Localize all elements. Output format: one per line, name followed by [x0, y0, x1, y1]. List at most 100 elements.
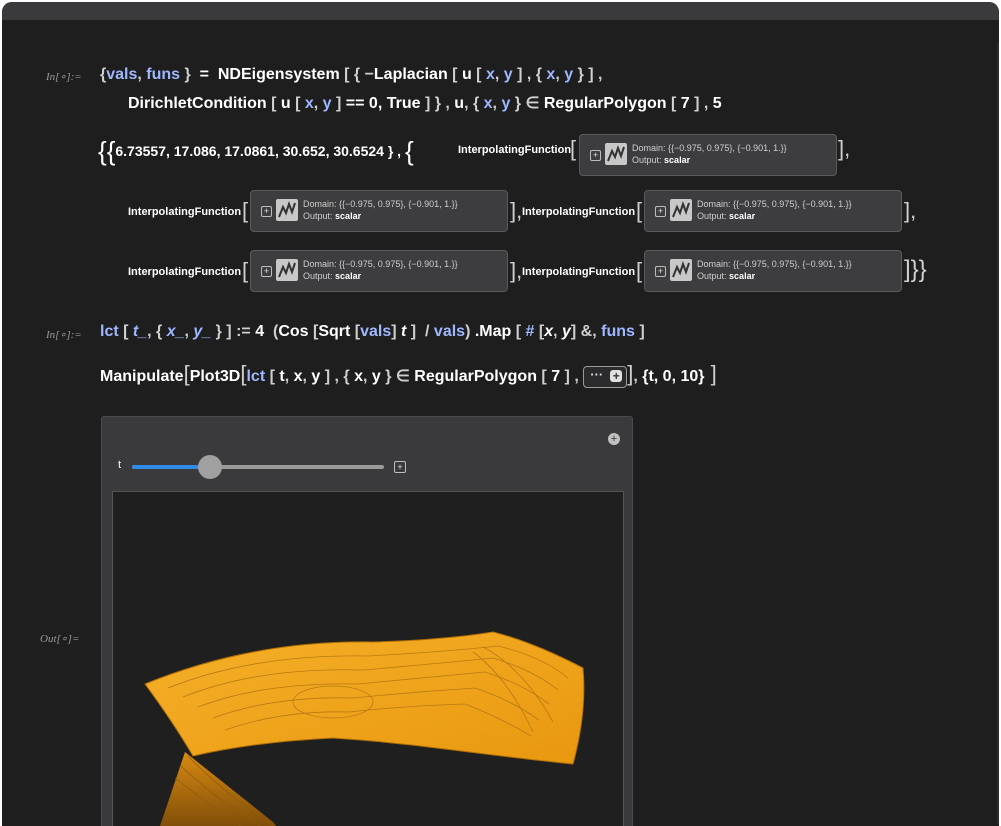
interp-summary-2[interactable]: + Domain: {{−0.975, 0.975}, {−0.901, 1.}… [250, 190, 508, 232]
plus-icon[interactable]: + [590, 150, 601, 161]
var-y6: y [311, 368, 321, 385]
notebook-window: In[∘]:= {vals, funs } = NDEigensystem [ … [2, 2, 999, 826]
fn-lct-2: lct [246, 368, 266, 385]
range-t: {t, 0, 10} [642, 368, 705, 385]
fn-plot3d: Plot3D [189, 368, 241, 385]
bracket-close-2: ], [510, 198, 523, 223]
cell-bracket [997, 42, 999, 824]
num-five: 5 [712, 95, 722, 112]
interp-summary-3[interactable]: + Domain: {{−0.975, 0.975}, {−0.901, 1.}… [644, 190, 902, 232]
num-seven-2: 7 [551, 368, 561, 385]
fn-cos: Cos [278, 323, 309, 340]
plus-icon[interactable]: + [261, 266, 272, 277]
interp-domain-2: Domain: {{−0.975, 0.975}, {−0.901, 1.}} [303, 199, 458, 209]
interp-domain-1: Domain: {{−0.975, 0.975}, {−0.901, 1.}} [632, 143, 787, 153]
slider-thumb[interactable] [198, 455, 223, 479]
interpolating-thumbnail-icon [276, 199, 298, 221]
input-cell-3[interactable]: Manipulate[Plot3D[lct [ t, x, y ] , { x,… [100, 363, 717, 388]
plus-icon[interactable]: + [610, 369, 623, 382]
fn-u3: u [454, 95, 465, 112]
var-y7: y [371, 368, 381, 385]
num-four: 4 [255, 323, 265, 340]
bracket-close-4: ], [510, 258, 523, 283]
interp-output-1: Output: scalar [632, 155, 691, 165]
fn-map: .Map [474, 323, 512, 340]
manipulate-panel: + t + [101, 416, 633, 826]
pattern-t: t_ [132, 323, 148, 340]
plus-icon[interactable]: + [655, 206, 666, 217]
interp-name-1: InterpolatingFunction [458, 144, 572, 156]
fn-u2: u [280, 95, 291, 112]
t-slider[interactable] [132, 455, 384, 479]
var-y4: y [501, 95, 511, 112]
interp-summary-1[interactable]: + Domain: {{−0.975, 0.975}, {−0.901, 1.}… [579, 134, 837, 176]
pattern-y: y_ [193, 323, 212, 340]
var-vals-2: vals [360, 323, 392, 340]
bracket-close-1: ], [838, 136, 851, 161]
interpolating-thumbnail-icon [670, 259, 692, 281]
eigenvalues-text: 6.73557, 17.086, 17.0861, 30.652, 30.652… [115, 143, 384, 159]
input-cell-2[interactable]: lct [ t_, { x_, y_ } ] := 4 (Cos [Sqrt [… [100, 322, 645, 342]
interp-domain-4: Domain: {{−0.975, 0.975}, {−0.901, 1.}} [303, 259, 458, 269]
fn-dirichlet: DirichletCondition [128, 95, 267, 112]
fn-laplacian: Laplacian [373, 66, 448, 83]
interp-name-2: InterpolatingFunction [128, 206, 242, 218]
interp-summary-4[interactable]: + Domain: {{−0.975, 0.975}, {−0.901, 1.}… [250, 250, 508, 292]
surface-top [144, 631, 585, 765]
interp-name-4: InterpolatingFunction [128, 266, 242, 278]
surface-lower-wall [160, 752, 277, 826]
interp-name-3: InterpolatingFunction [522, 206, 636, 218]
var-funs-2: funs [601, 323, 635, 340]
var-vals-3: vals [433, 323, 466, 340]
fn-ndeigensystem: NDEigensystem [217, 66, 340, 83]
input-cell-1-line2[interactable]: DirichletCondition [ u [ x, y ] == 0, Tr… [128, 94, 722, 114]
var-x5: x [544, 323, 554, 340]
num-seven: 7 [680, 95, 690, 112]
slider-label: t [118, 459, 122, 471]
bracket-open-5: [ [636, 258, 643, 283]
bracket-open-1: [ [570, 136, 577, 161]
fn-regularpolygon-2: RegularPolygon [414, 368, 537, 385]
plus-icon[interactable]: + [261, 206, 272, 217]
var-x6: x [293, 368, 303, 385]
var-y5: y [562, 323, 571, 340]
interpolating-thumbnail-icon [605, 143, 627, 165]
interpolating-thumbnail-icon [670, 199, 692, 221]
close-icon[interactable]: + [608, 433, 620, 445]
fn-lct: lct [100, 323, 119, 340]
plus-icon[interactable]: + [394, 461, 406, 473]
output-eigenvalues: {{6.73557, 17.086, 17.0861, 30.652, 30.6… [98, 136, 414, 166]
interp-output-4: Output: scalar [303, 271, 362, 281]
plus-icon[interactable]: + [655, 266, 666, 277]
interpolating-thumbnail-icon [276, 259, 298, 281]
eq-true: == 0, True [345, 95, 421, 112]
var-y3: y [322, 95, 332, 112]
var-y2: y [564, 66, 574, 83]
title-bar [2, 2, 999, 20]
fn-manipulate: Manipulate [100, 368, 184, 385]
pattern-x: x_ [166, 323, 185, 340]
interp-domain-5: Domain: {{−0.975, 0.975}, {−0.901, 1.}} [697, 259, 852, 269]
var-y: y [503, 66, 513, 83]
plot-area[interactable] [112, 491, 624, 826]
var-vals: vals [106, 66, 138, 83]
var-x2: x [546, 66, 556, 83]
input-cell-1[interactable]: {vals, funs } = NDEigensystem [ { −Lapla… [100, 65, 602, 85]
var-x: x [485, 66, 495, 83]
in-label-1: In[∘]:= [46, 71, 82, 83]
bracket-open-2: [ [242, 198, 249, 223]
fn-u: u [461, 66, 472, 83]
interp-summary-5[interactable]: + Domain: {{−0.975, 0.975}, {−0.901, 1.}… [644, 250, 902, 292]
in-label-2: In[∘]:= [46, 329, 82, 341]
interp-output-3: Output: scalar [697, 211, 756, 221]
fn-regularpolygon: RegularPolygon [543, 95, 667, 112]
bracket-open-4: [ [242, 258, 249, 283]
plot3d-surface[interactable] [113, 492, 623, 826]
var-funs: funs [146, 66, 181, 83]
var-x3: x [304, 95, 314, 112]
options-button[interactable]: ··· + [583, 365, 628, 388]
var-x7: x [354, 368, 363, 385]
interp-output-5: Output: scalar [697, 271, 756, 281]
var-x4: x [483, 95, 493, 112]
bracket-open-3: [ [636, 198, 643, 223]
